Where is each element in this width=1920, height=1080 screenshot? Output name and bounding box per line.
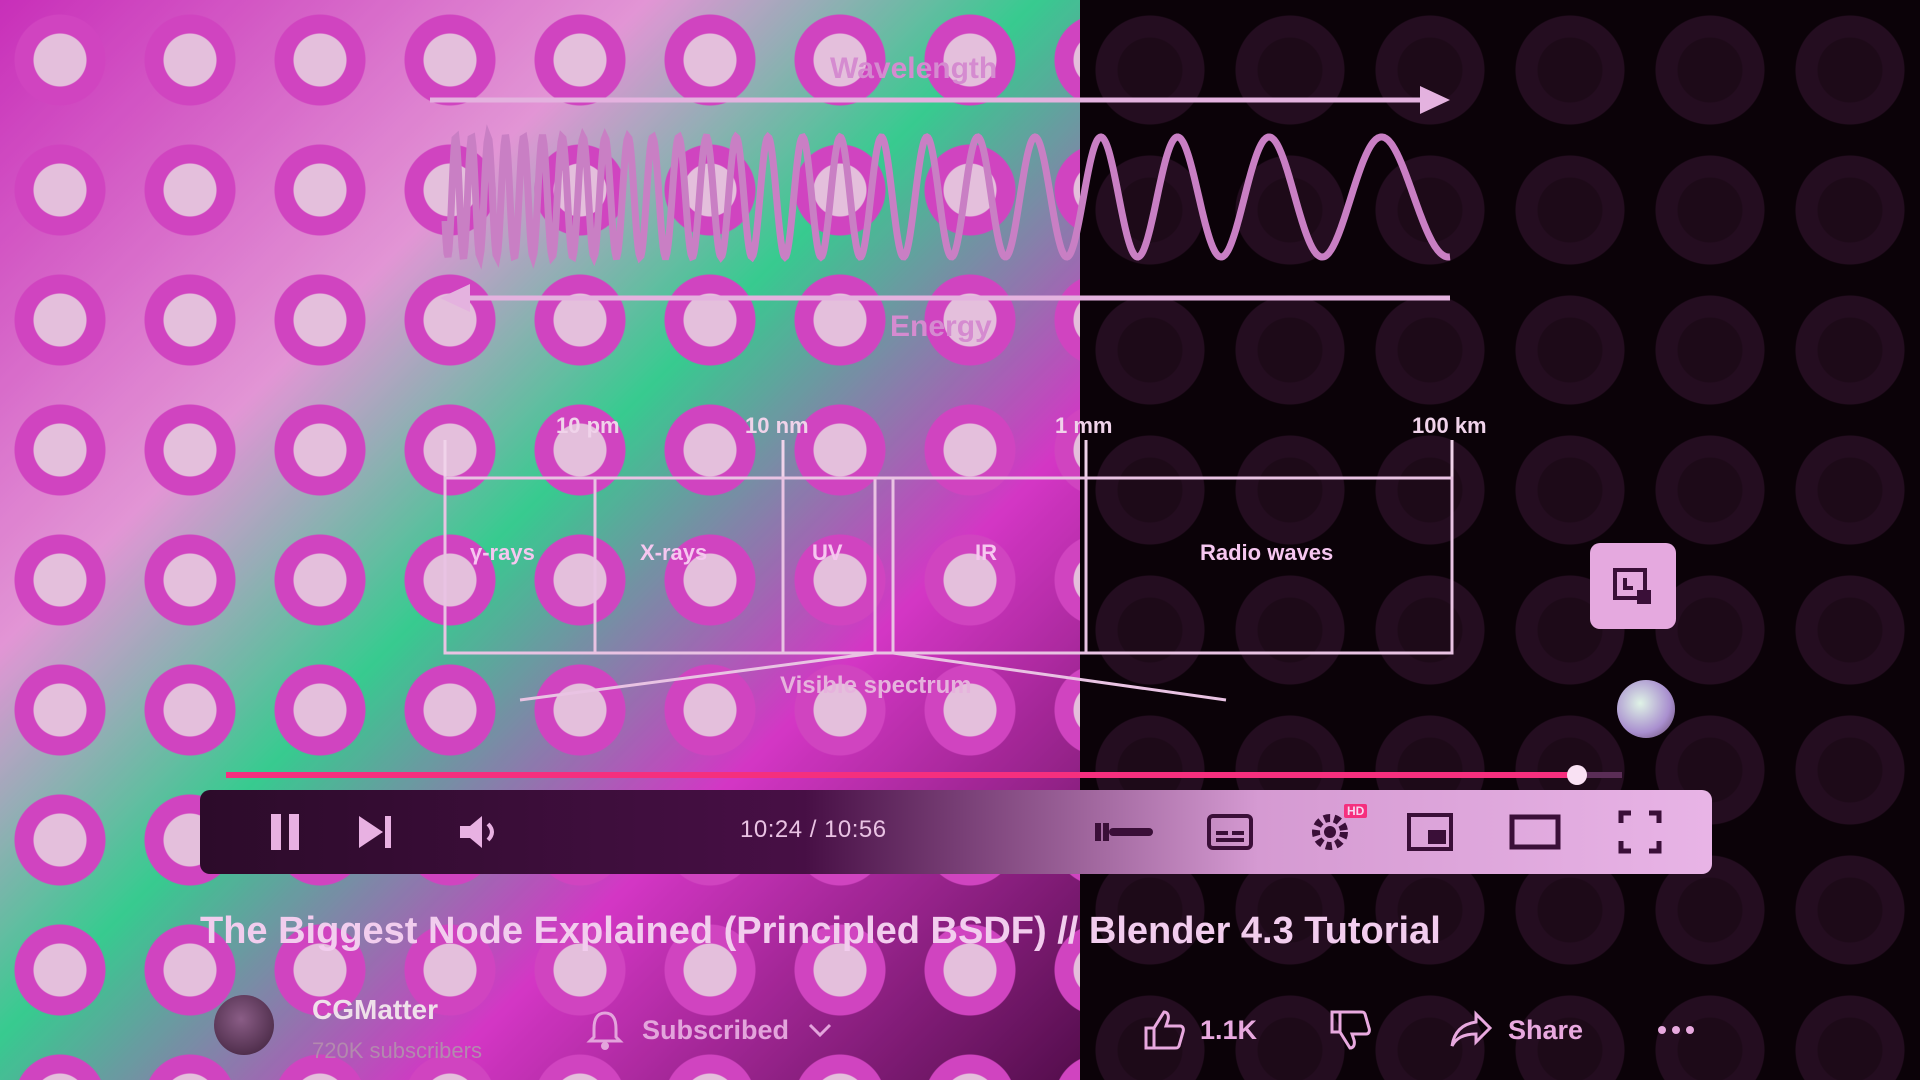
diagram-graphics <box>430 86 1454 702</box>
fullscreen-button[interactable] <box>1600 790 1680 874</box>
bell-icon <box>586 1011 624 1050</box>
scale-label-nm: 10 nm <box>745 413 809 438</box>
pause-button[interactable] <box>250 790 320 874</box>
video-player[interactable]: Wavelength Energy 10 pm 10 nm 1 mm 100 k… <box>0 0 1920 890</box>
pause-icon <box>271 814 299 850</box>
miniplayer-button[interactable] <box>1390 790 1470 874</box>
channel-name[interactable]: CGMatter <box>312 994 438 1026</box>
next-button[interactable] <box>340 790 410 874</box>
hd-badge: HD <box>1344 804 1368 818</box>
queue-overlay-button[interactable] <box>1590 543 1676 629</box>
watch-later-icon <box>1613 568 1651 604</box>
band-gamma: γ-rays <box>470 540 535 565</box>
progress-played <box>226 772 1578 778</box>
miniplayer-icon <box>1407 813 1453 851</box>
channel-avatar[interactable] <box>214 995 274 1055</box>
next-icon <box>359 816 391 848</box>
settings-button[interactable]: HD <box>1290 790 1370 874</box>
share-label: Share <box>1508 1014 1584 1045</box>
energy-arrowhead <box>440 284 470 312</box>
band-ir: IR <box>975 540 997 565</box>
chevron-down-icon <box>808 1023 832 1038</box>
em-spectrum-diagram: Wavelength Energy 10 pm 10 nm 1 mm 100 k… <box>0 0 1920 890</box>
autoplay-toggle[interactable] <box>1080 790 1170 874</box>
like-count: 1.1K <box>1200 1014 1258 1045</box>
energy-label: Energy <box>890 310 992 343</box>
channel-watermark[interactable] <box>1617 680 1675 738</box>
wave-line <box>441 124 1451 270</box>
share-icon <box>1450 1010 1493 1047</box>
scale-label-pm: 10 pm <box>556 413 620 438</box>
progress-bar[interactable] <box>226 765 1622 785</box>
theater-icon <box>1509 814 1561 850</box>
wavelength-label: Wavelength <box>830 52 998 85</box>
theater-mode-button[interactable] <box>1490 790 1580 874</box>
more-horizontal-icon <box>1658 1026 1694 1034</box>
subscribed-button[interactable]: Subscribed <box>586 1002 866 1058</box>
subscriber-count: 720K subscribers <box>312 1038 482 1063</box>
volume-button[interactable] <box>440 790 520 874</box>
visible-spectrum-label: Visible spectrum <box>780 672 972 699</box>
autoplay-toggle-icon <box>1095 823 1153 841</box>
subscribed-label: Subscribed <box>642 1014 790 1045</box>
thumbs-up-icon <box>1144 1010 1185 1050</box>
band-xray: X-rays <box>640 540 708 565</box>
thumbs-down-icon <box>1330 1010 1371 1050</box>
band-radio: Radio waves <box>1200 540 1334 565</box>
subtitles-icon <box>1207 814 1253 850</box>
more-actions-button[interactable] <box>1656 1002 1696 1058</box>
dislike-button[interactable] <box>1328 1002 1372 1058</box>
like-button[interactable]: 1.1K <box>1142 1002 1257 1058</box>
scale-label-mm: 1 mm <box>1055 413 1113 438</box>
fullscreen-icon <box>1618 810 1662 854</box>
subtitles-button[interactable] <box>1190 790 1270 874</box>
scale-label-km: 100 km <box>1412 413 1487 438</box>
time-display: 10:24 / 10:56 <box>740 816 887 843</box>
player-controls: 10:24 / 10:56 HD <box>200 790 1712 874</box>
video-title: The Biggest Node Explained (Principled B… <box>200 910 1441 952</box>
wavelength-arrowhead <box>1420 86 1450 114</box>
share-button[interactable]: Share <box>1448 1002 1583 1058</box>
volume-icon <box>460 816 494 848</box>
band-uv: UV <box>812 540 843 565</box>
